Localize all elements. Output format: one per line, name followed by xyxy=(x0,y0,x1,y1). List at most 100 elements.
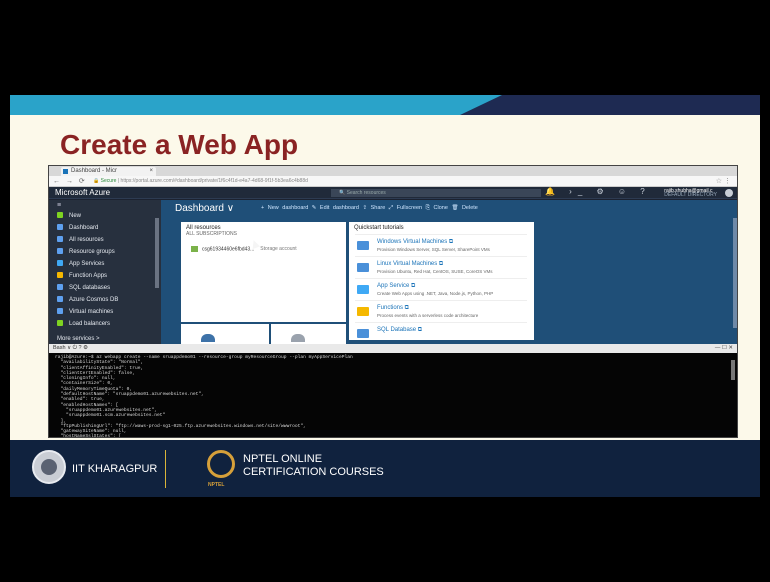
quickstart-item-desc: Process events with a serverless code ar… xyxy=(377,313,479,318)
quickstart-icon xyxy=(357,285,369,294)
grid-icon xyxy=(57,236,63,243)
user-account[interactable]: rajib.shubha@gmail.c DEFAULT DIRECTORY xyxy=(664,189,717,198)
cube-icon xyxy=(57,248,63,255)
nptel-logo-icon xyxy=(207,450,235,478)
sidebar-collapse-icon[interactable]: ≡ xyxy=(49,200,161,210)
sidebar-item-label: New xyxy=(69,213,82,219)
sidebar-item-all-resources[interactable]: All resources xyxy=(49,234,161,246)
quickstart-item[interactable]: App Service ⧉ Create Web Apps using .NET,… xyxy=(355,278,527,302)
quickstart-icon xyxy=(357,307,369,316)
quickstart-item-desc: Create Web Apps using .NET, Java, Node.j… xyxy=(377,291,494,296)
shell-selector[interactable]: Bash ∨ ⏻ ? ⚙ xyxy=(53,345,88,351)
gauge-icon xyxy=(201,334,215,342)
slide-title: Create a Web App xyxy=(60,129,299,160)
sidebar-item-label: Dashboard xyxy=(69,225,99,231)
user-tenant: DEFAULT DIRECTORY xyxy=(664,192,717,198)
dashboard-icon xyxy=(57,224,63,231)
dashboard-title-label: Dashboard xyxy=(175,203,224,214)
footer-divider xyxy=(165,450,166,488)
quickstart-icon xyxy=(357,241,369,250)
avatar[interactable] xyxy=(725,189,733,197)
sidebar-item-new[interactable]: New xyxy=(49,210,161,222)
shell-window-controls[interactable]: — ☐ ✕ xyxy=(715,344,733,353)
dashboard-actions[interactable]: + New dashboard ✎ Edit dashboard ⇪ Share… xyxy=(261,205,478,212)
monitor-icon xyxy=(57,308,63,315)
azure-topbar: Microsoft Azure 🔍 Search resources 🔔 ›_ … xyxy=(49,187,737,199)
sidebar-item-azure-cosmos-db[interactable]: Azure Cosmos DB xyxy=(49,294,161,306)
dashboard-title[interactable]: Dashboard ∨ xyxy=(175,203,234,214)
quickstart-item-title: SQL Database ⧉ xyxy=(377,327,423,333)
address-bar: ← → ⟳ 🔒 Secure | https://portal.azure.co… xyxy=(49,176,737,187)
chart-tile-2[interactable] xyxy=(271,324,346,344)
nav-buttons-icon[interactable]: ← → ⟳ xyxy=(53,177,87,185)
sidebar-item-label: All resources xyxy=(69,237,104,243)
quickstart-item[interactable]: Functions ⧉ Process events with a serverl… xyxy=(355,300,527,324)
quickstart-item-desc: Provision Windows Server, SQL Server, Sh… xyxy=(377,247,490,252)
url-text: https://portal.azure.com/#dashboard/priv… xyxy=(120,178,308,184)
resource-row[interactable]: csg61934460e6fbd43... Storage account xyxy=(191,246,297,252)
resource-type: Storage account xyxy=(260,246,297,253)
browser-tabbar: Dashboard - Micr × xyxy=(49,166,737,176)
quickstart-tile: Quickstart tutorials Windows Virtual Mac… xyxy=(349,222,534,340)
sidebar-item-label: Resource groups xyxy=(69,249,115,255)
browser-tab[interactable]: Dashboard - Micr × xyxy=(61,167,156,176)
browser-window: Dashboard - Micr × ← → ⟳ 🔒 Secure | http… xyxy=(48,165,738,438)
sidebar-item-app-services[interactable]: App Services xyxy=(49,258,161,270)
sidebar-item-virtual-machines[interactable]: Virtual machines xyxy=(49,306,161,318)
dashboard-scrollbar[interactable] xyxy=(733,218,737,328)
dashboard-area: Dashboard ∨ + New dashboard ✎ Edit dashb… xyxy=(161,200,737,344)
quickstart-item-title: App Service ⧉ xyxy=(377,283,416,289)
quickstart-item[interactable]: Windows Virtual Machines ⧉ Provision Wind… xyxy=(355,234,527,258)
iit-kharagpur-logo-icon xyxy=(32,450,66,484)
sidebar-item-load-balancers[interactable]: Load balancers xyxy=(49,318,161,330)
iit-label: IIT KHARAGPUR xyxy=(72,463,158,475)
bolt-icon xyxy=(57,272,63,279)
sidebar-item-label: SQL databases xyxy=(69,285,111,291)
quickstart-item-title: Linux Virtual Machines ⧉ xyxy=(377,261,444,267)
close-tab-icon[interactable]: × xyxy=(149,167,153,176)
balance-icon xyxy=(57,320,63,327)
sidebar-scrollbar[interactable] xyxy=(155,218,159,288)
storage-account-icon xyxy=(191,246,198,252)
plus-icon xyxy=(57,212,63,219)
sidebar-item-label: Function Apps xyxy=(69,273,108,279)
quickstart-icon xyxy=(357,263,369,272)
header-band xyxy=(10,95,760,115)
sidebar-item-label: App Services xyxy=(69,261,105,267)
sidebar-item-label: Virtual machines xyxy=(69,309,114,315)
slide-footer: IIT KHARAGPUR NPTEL NPTEL ONLINE CERTIFI… xyxy=(10,440,760,497)
quickstart-icon xyxy=(357,329,369,338)
nptel-line2: CERTIFICATION COURSES xyxy=(243,466,384,478)
topbar-icons[interactable]: 🔔 ›_ ⚙ ☺ ? xyxy=(545,187,651,196)
sidebar-item-resource-groups[interactable]: Resource groups xyxy=(49,246,161,258)
quickstart-item[interactable]: SQL Database ⧉ xyxy=(355,322,527,346)
azure-favicon-icon xyxy=(63,169,68,174)
terminal-scrollbar[interactable] xyxy=(731,360,735,380)
chart-tile[interactable] xyxy=(181,324,269,344)
database-icon xyxy=(57,284,63,291)
dashboard-header: Dashboard ∨ + New dashboard ✎ Edit dashb… xyxy=(161,200,737,218)
url-field[interactable]: 🔒 Secure | https://portal.azure.com/#das… xyxy=(93,178,693,185)
quickstart-item-title: Functions ⧉ xyxy=(377,305,409,311)
all-resources-tile[interactable]: All resources ALL SUBSCRIPTIONS csg61934… xyxy=(181,222,346,322)
bookmark-star-icon[interactable]: ☆ ⋮ xyxy=(716,177,731,185)
quickstart-item-desc: Provision Ubuntu, Red Hat, CentOS, SUSE,… xyxy=(377,269,493,274)
search-input[interactable]: 🔍 Search resources xyxy=(331,189,541,197)
all-resources-title: All resources xyxy=(186,225,221,231)
sidebar-item-function-apps[interactable]: Function Apps xyxy=(49,270,161,282)
header-band-wedge xyxy=(460,95,760,115)
gauge-icon-2 xyxy=(291,334,305,342)
quickstart-item[interactable]: Linux Virtual Machines ⧉ Provision Ubuntu… xyxy=(355,256,527,280)
planet-icon xyxy=(57,296,63,303)
cloud-shell-terminal[interactable]: rajib@Azure:~$ az webapp create --name s… xyxy=(49,353,737,437)
sidebar-item-sql-databases[interactable]: SQL databases xyxy=(49,282,161,294)
sidebar-item-label: Load balancers xyxy=(69,321,111,327)
resource-name: csg61934460e6fbd43... xyxy=(202,246,255,253)
azure-brand[interactable]: Microsoft Azure xyxy=(55,188,110,197)
sidebar-item-dashboard[interactable]: Dashboard xyxy=(49,222,161,234)
browser-tab-title: Dashboard - Micr xyxy=(71,168,118,174)
nptel-small-label: NPTEL xyxy=(208,482,225,488)
slide: Create a Web App Dashboard - Micr × ← → … xyxy=(10,95,760,497)
more-services-link[interactable]: More services > xyxy=(49,336,100,342)
all-resources-subtitle: ALL SUBSCRIPTIONS xyxy=(186,231,237,237)
